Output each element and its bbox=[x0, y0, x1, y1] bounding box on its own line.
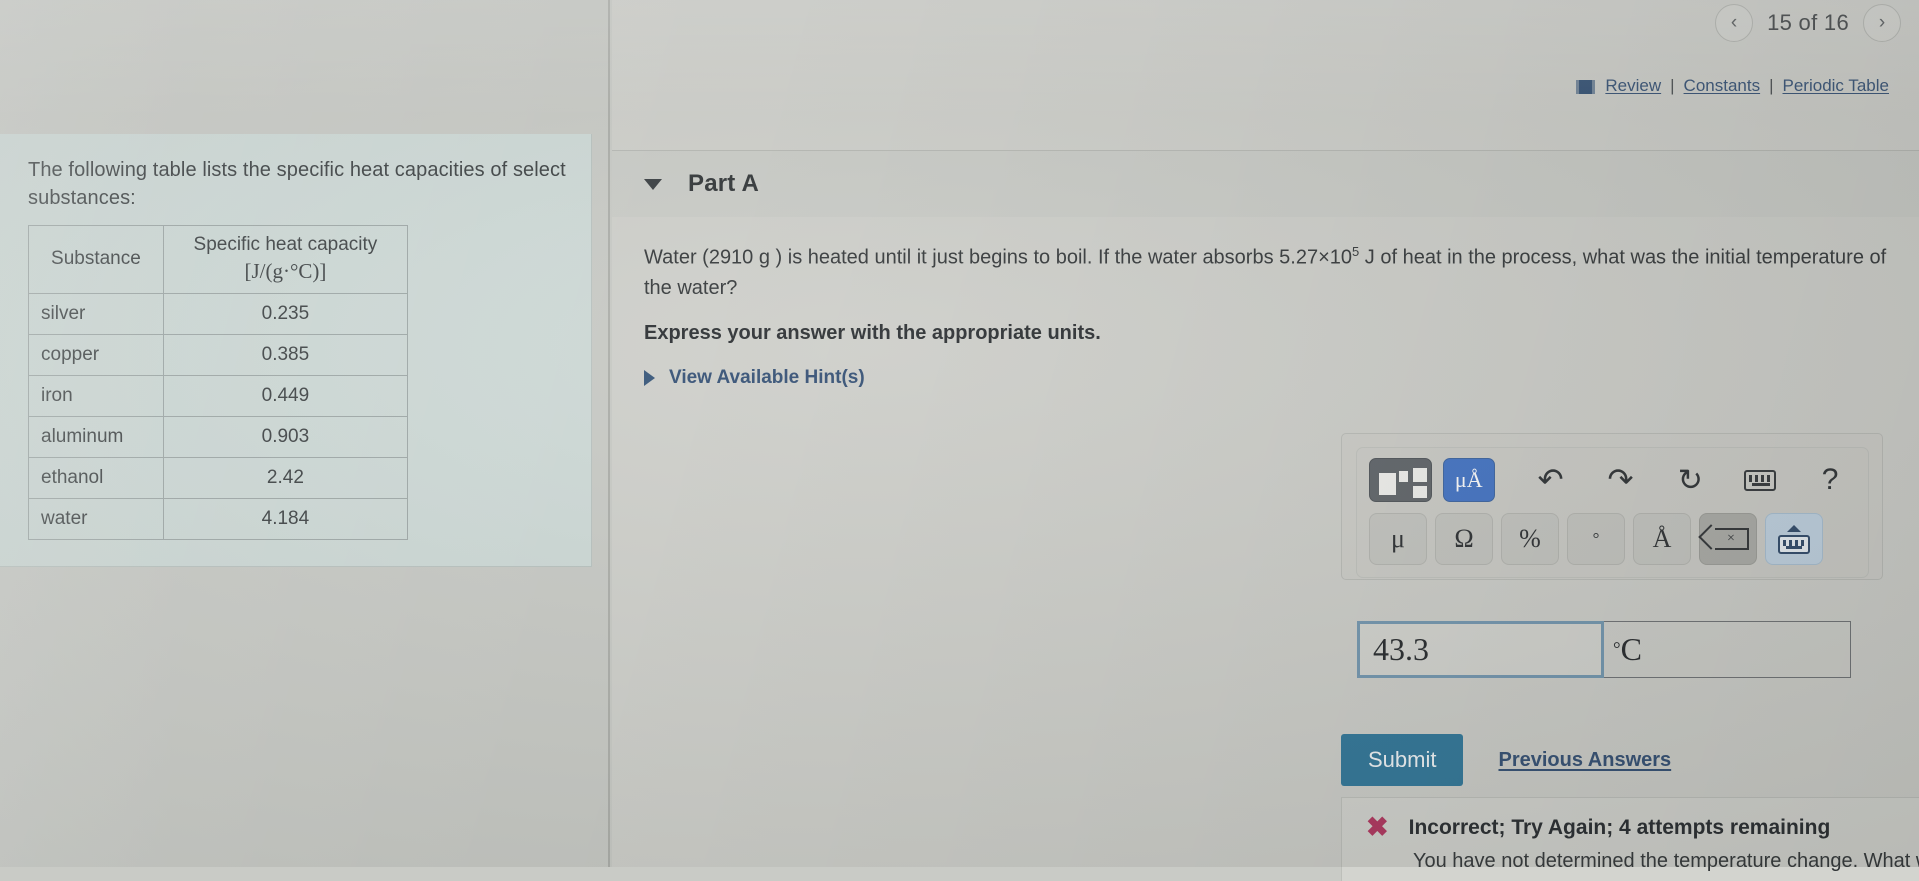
table-body: silver 0.235 copper 0.385 iron 0.449 aluminum 0… bbox=[28, 292, 409, 540]
x-mark-icon: ✖ bbox=[1366, 812, 1389, 842]
reference-intro-text: The following table lists the specific h… bbox=[28, 159, 566, 210]
answer-row: 43.3 ° C bbox=[1357, 621, 1851, 678]
part-title: Part A bbox=[688, 170, 759, 197]
link-separator-2: | bbox=[1769, 76, 1774, 95]
substance-name-cell: water bbox=[28, 497, 164, 540]
feedback-detail: You have not determined the temperature … bbox=[1413, 850, 1919, 872]
substance-name-cell: iron bbox=[28, 374, 164, 417]
constants-link[interactable]: Constants bbox=[1684, 76, 1761, 96]
page-indicator: 15 of 16 bbox=[1767, 10, 1849, 35]
review-link[interactable]: Review bbox=[1605, 76, 1661, 96]
substance-value-cell: 0.903 bbox=[162, 415, 409, 458]
table-header-row: Substance Specific heat capacity [J/(g·°… bbox=[28, 224, 409, 294]
column-header-capacity: Specific heat capacity [J/(g·°C)] bbox=[162, 224, 409, 294]
template-box-4 bbox=[1413, 486, 1427, 498]
question-body: Water (2910 g ) is heated until it just … bbox=[612, 217, 1919, 389]
substance-name-cell: ethanol bbox=[28, 456, 164, 499]
reference-panel: The following table lists the specific h… bbox=[0, 0, 612, 867]
submit-button[interactable]: Submit bbox=[1341, 734, 1464, 786]
panel-divider bbox=[608, 0, 610, 867]
undo-icon[interactable]: ↶ bbox=[1525, 458, 1577, 502]
periodic-table-link[interactable]: Periodic Table bbox=[1783, 76, 1889, 96]
capacity-title: Specific heat capacity bbox=[193, 233, 378, 255]
caret-down-icon[interactable] bbox=[644, 178, 662, 190]
mu-key[interactable]: μ bbox=[1369, 513, 1427, 565]
view-hints-row[interactable]: View Available Hint(s) bbox=[644, 367, 1909, 389]
feedback-title: Incorrect; Try Again; 4 attempts remaini… bbox=[1408, 815, 1831, 839]
answer-input[interactable]: 43.3 bbox=[1357, 621, 1604, 678]
table-row: water 4.184 bbox=[28, 497, 409, 540]
template-box-2 bbox=[1399, 471, 1408, 482]
backspace-key[interactable]: × bbox=[1699, 513, 1757, 565]
book-icon bbox=[1576, 80, 1596, 94]
omega-key[interactable]: Ω bbox=[1435, 513, 1493, 565]
angstrom-key[interactable]: Å bbox=[1633, 513, 1691, 565]
feedback-box: ✖ Incorrect; Try Again; 4 attempts remai… bbox=[1341, 797, 1919, 881]
feedback-header: ✖ Incorrect; Try Again; 4 attempts remai… bbox=[1366, 814, 1919, 841]
link-separator-1: | bbox=[1670, 76, 1675, 95]
substance-value-cell: 4.184 bbox=[162, 497, 409, 540]
specific-heat-capacity-table: Substance Specific heat capacity [J/(g·°… bbox=[28, 224, 409, 540]
table-row: copper 0.385 bbox=[28, 333, 409, 376]
hide-keyboard-icon[interactable] bbox=[1765, 513, 1823, 565]
next-question-button[interactable]: › bbox=[1863, 4, 1901, 42]
substance-value-cell: 0.235 bbox=[162, 292, 409, 335]
pagination-controls: ‹ 15 of 16 › bbox=[1715, 4, 1901, 42]
table-row: silver 0.235 bbox=[28, 292, 409, 335]
backspace-glyph: × bbox=[1715, 528, 1749, 550]
question-text: Water (2910 g ) is heated until it just … bbox=[644, 242, 1909, 303]
answer-units-field[interactable]: ° C bbox=[1604, 621, 1851, 678]
degree-key[interactable]: ° bbox=[1567, 513, 1625, 565]
units-mode-button[interactable]: μÅ bbox=[1442, 458, 1495, 502]
hide-keyboard-glyph bbox=[1778, 534, 1810, 554]
previous-question-button[interactable]: ‹ bbox=[1715, 4, 1754, 42]
substance-name-cell: copper bbox=[28, 333, 164, 376]
math-input-toolbar: μÅ ↶ ↷ ↻ ? μ Ω % ° Å × bbox=[1356, 447, 1869, 578]
previous-answers-link[interactable]: Previous Answers bbox=[1498, 749, 1671, 772]
substance-value-cell: 0.385 bbox=[162, 333, 409, 376]
caret-right-icon[interactable] bbox=[644, 370, 655, 387]
express-answer-instruction: Express your answer with the appropriate… bbox=[644, 322, 1101, 345]
reset-icon[interactable]: ↻ bbox=[1664, 458, 1716, 502]
substance-value-cell: 0.449 bbox=[162, 374, 409, 417]
capacity-units: [J/(g·°C)] bbox=[244, 259, 327, 284]
toolbar-row-symbols: μ Ω % ° Å × bbox=[1369, 513, 1856, 565]
redo-icon[interactable]: ↷ bbox=[1595, 458, 1647, 502]
keyboard-glyph bbox=[1744, 469, 1777, 491]
hide-caret-glyph bbox=[1787, 524, 1801, 532]
substance-name-cell: silver bbox=[28, 292, 164, 335]
percent-key[interactable]: % bbox=[1501, 513, 1559, 565]
keyboard-icon[interactable] bbox=[1734, 458, 1786, 502]
units-letter: C bbox=[1620, 631, 1642, 667]
table-header: Substance Specific heat capacity [J/(g·°… bbox=[28, 224, 409, 294]
substance-value-cell: 2.42 bbox=[162, 456, 409, 499]
problem-panel: ‹ 15 of 16 › Review | Constants | Period… bbox=[612, 0, 1919, 881]
degree-symbol: ° bbox=[1613, 638, 1621, 660]
column-header-substance: Substance bbox=[28, 224, 164, 294]
question-text-pre: Water (2910 g ) is heated until it just … bbox=[644, 246, 1352, 269]
part-a-header[interactable]: Part A bbox=[612, 151, 1919, 217]
table-row: aluminum 0.903 bbox=[28, 415, 409, 458]
submit-row: Submit Previous Answers bbox=[1341, 734, 1671, 786]
help-icon[interactable]: ? bbox=[1804, 458, 1856, 502]
template-box-3 bbox=[1413, 468, 1427, 482]
reference-content-box: The following table lists the specific h… bbox=[0, 134, 592, 567]
table-row: iron 0.449 bbox=[28, 374, 409, 417]
template-icon[interactable] bbox=[1369, 458, 1432, 502]
resource-links: Review | Constants | Periodic Table bbox=[1576, 76, 1889, 96]
toolbar-row-primary: μÅ ↶ ↷ ↻ ? bbox=[1369, 458, 1856, 502]
view-available-hints-link[interactable]: View Available Hint(s) bbox=[669, 367, 865, 389]
substance-name-cell: aluminum bbox=[28, 415, 164, 458]
table-row: ethanol 2.42 bbox=[28, 456, 409, 499]
template-box-1 bbox=[1379, 473, 1396, 495]
